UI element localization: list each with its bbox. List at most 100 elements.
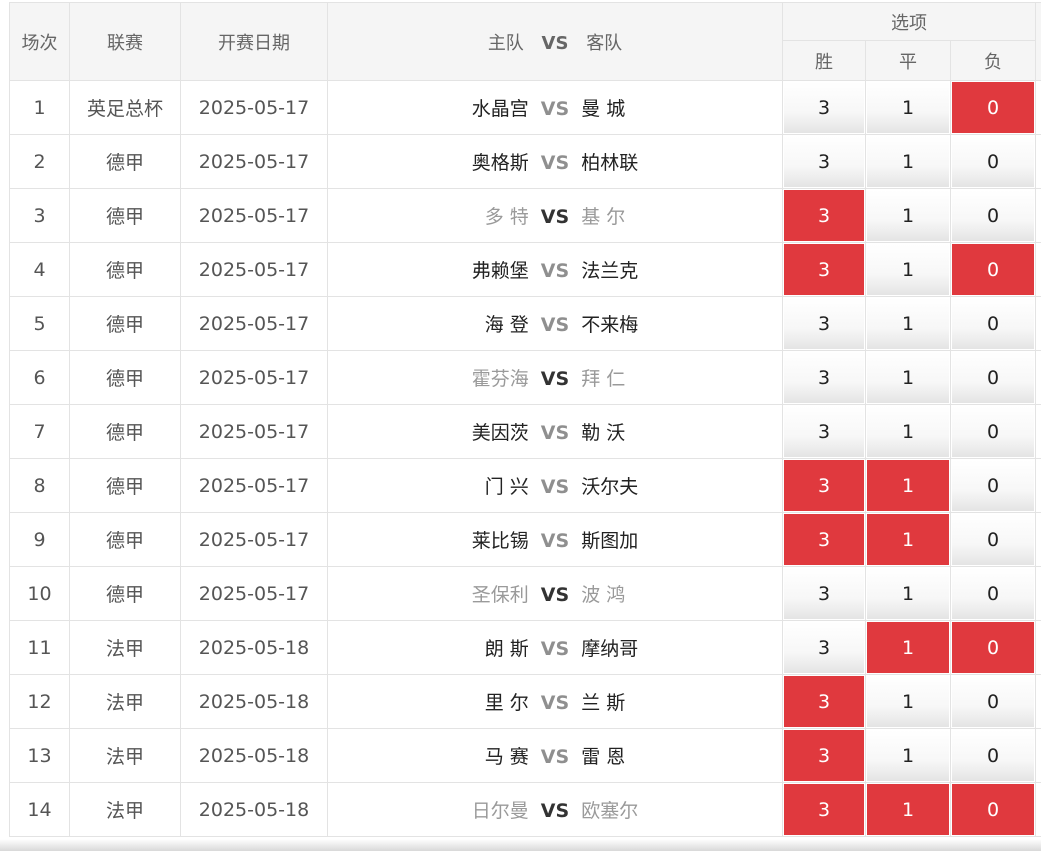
option-lose-button[interactable]: 0 xyxy=(952,784,1035,835)
option-draw-button[interactable]: 1 xyxy=(867,514,949,565)
vs-label: VS xyxy=(540,260,570,282)
option-win-button[interactable]: 3 xyxy=(784,622,864,673)
option-draw-button[interactable]: 1 xyxy=(867,190,949,241)
row-date: 2025-05-17 xyxy=(180,296,328,351)
vs-label: VS xyxy=(540,422,570,444)
option-win-button[interactable]: 3 xyxy=(784,784,864,835)
option-draw-button[interactable]: 1 xyxy=(867,352,949,403)
option-win-button[interactable]: 3 xyxy=(784,352,864,403)
header-vs-label: VS xyxy=(541,32,569,54)
option-lose-button[interactable]: 0 xyxy=(952,82,1035,133)
option-lose-button[interactable]: 0 xyxy=(952,622,1035,673)
row-date: 2025-05-18 xyxy=(180,728,328,783)
row-index: 6 xyxy=(9,350,70,405)
header-league: 联赛 xyxy=(69,2,181,81)
option-draw-button[interactable]: 1 xyxy=(867,244,949,295)
option-win-button[interactable]: 3 xyxy=(784,136,864,187)
row-league: 德甲 xyxy=(69,296,181,351)
option-win-button[interactable]: 3 xyxy=(784,298,864,349)
table-row: 8 德甲 2025-05-17 门 兴 VS 沃尔夫 3 1 0 xyxy=(9,458,1041,513)
table-row: 1 英足总杯 2025-05-17 水晶宫 VS 曼 城310 xyxy=(9,80,1041,135)
away-team: 波 鸿 xyxy=(581,584,626,606)
option-cell-lose: 0 xyxy=(949,728,1037,783)
header-opt-draw: 平 xyxy=(865,40,951,81)
option-draw-button[interactable]: 1 xyxy=(867,784,949,835)
row-index: 7 xyxy=(9,404,70,459)
option-lose-button[interactable]: 0 xyxy=(952,190,1035,241)
header-index: 场次 xyxy=(9,2,70,81)
row-spacer xyxy=(1035,404,1041,459)
header-date: 开赛日期 xyxy=(180,2,328,81)
row-league: 德甲 xyxy=(69,350,181,405)
row-spacer xyxy=(1035,296,1041,351)
option-lose-button[interactable]: 0 xyxy=(952,298,1035,349)
row-match: 美因茨 VS 勒 沃 xyxy=(327,404,783,459)
option-cell-lose: 0 xyxy=(949,242,1037,297)
option-lose-button[interactable]: 0 xyxy=(952,460,1035,511)
row-match: 弗赖堡 VS 法兰克 xyxy=(327,242,783,297)
option-cell-win: 3 xyxy=(782,242,866,297)
option-cell-win: 3 xyxy=(782,188,866,243)
option-win-button[interactable]: 3 xyxy=(784,730,864,781)
option-win-button[interactable]: 3 xyxy=(784,406,864,457)
option-cell-draw: 1 xyxy=(865,242,951,297)
row-date: 2025-05-18 xyxy=(180,674,328,729)
option-draw-button[interactable]: 1 xyxy=(867,406,949,457)
home-team: 里 尔 xyxy=(484,692,529,714)
option-lose-button[interactable]: 0 xyxy=(952,352,1035,403)
header-opt-win: 胜 xyxy=(782,40,866,81)
home-team: 海 登 xyxy=(484,314,529,336)
option-win-button[interactable]: 3 xyxy=(784,568,864,619)
option-cell-lose: 0 xyxy=(949,296,1037,351)
row-index: 5 xyxy=(9,296,70,351)
option-cell-draw: 1 xyxy=(865,674,951,729)
option-lose-button[interactable]: 0 xyxy=(952,676,1035,727)
option-cell-win: 3 xyxy=(782,296,866,351)
option-win-button[interactable]: 3 xyxy=(784,514,864,565)
home-team: 水晶宫 xyxy=(471,98,529,120)
option-cell-lose: 0 xyxy=(949,512,1037,567)
row-spacer xyxy=(1035,566,1041,621)
option-draw-button[interactable]: 1 xyxy=(867,622,949,673)
row-date: 2025-05-17 xyxy=(180,80,328,135)
option-draw-button[interactable]: 1 xyxy=(867,676,949,727)
match-table: 场次 联赛 开赛日期 主队 VS 客队 选项 胜 平 负 1 英足总杯 2025-0… xyxy=(9,2,1041,837)
home-team: 霍芬海 xyxy=(471,368,529,390)
row-spacer xyxy=(1035,728,1041,783)
option-lose-button[interactable]: 0 xyxy=(952,568,1035,619)
option-draw-button[interactable]: 1 xyxy=(867,298,949,349)
row-league: 德甲 xyxy=(69,188,181,243)
option-draw-button[interactable]: 1 xyxy=(867,136,949,187)
option-draw-button[interactable]: 1 xyxy=(867,568,949,619)
row-spacer xyxy=(1035,350,1041,405)
option-lose-button[interactable]: 0 xyxy=(952,406,1035,457)
option-win-button[interactable]: 3 xyxy=(784,190,864,241)
option-lose-button[interactable]: 0 xyxy=(952,244,1035,295)
option-draw-button[interactable]: 1 xyxy=(867,460,949,511)
row-league: 法甲 xyxy=(69,674,181,729)
option-draw-button[interactable]: 1 xyxy=(867,730,949,781)
option-cell-draw: 1 xyxy=(865,350,951,405)
scroll-shadow xyxy=(0,839,1041,851)
option-cell-lose: 0 xyxy=(949,674,1037,729)
row-date: 2025-05-17 xyxy=(180,404,328,459)
option-draw-button[interactable]: 1 xyxy=(867,82,949,133)
row-league: 德甲 xyxy=(69,566,181,621)
option-lose-button[interactable]: 0 xyxy=(952,514,1035,565)
option-cell-draw: 1 xyxy=(865,80,951,135)
option-win-button[interactable]: 3 xyxy=(784,676,864,727)
row-spacer xyxy=(1035,512,1041,567)
option-win-button[interactable]: 3 xyxy=(784,460,864,511)
option-lose-button[interactable]: 0 xyxy=(952,730,1035,781)
row-date: 2025-05-18 xyxy=(180,782,328,837)
row-index: 1 xyxy=(9,80,70,135)
option-lose-button[interactable]: 0 xyxy=(952,136,1035,187)
option-win-button[interactable]: 3 xyxy=(784,244,864,295)
home-team: 圣保利 xyxy=(471,584,529,606)
option-cell-win: 3 xyxy=(782,404,866,459)
row-spacer xyxy=(1035,620,1041,675)
row-index: 3 xyxy=(9,188,70,243)
home-team: 弗赖堡 xyxy=(471,260,529,282)
row-match: 海 登 VS 不来梅 xyxy=(327,296,783,351)
option-win-button[interactable]: 3 xyxy=(784,82,864,133)
